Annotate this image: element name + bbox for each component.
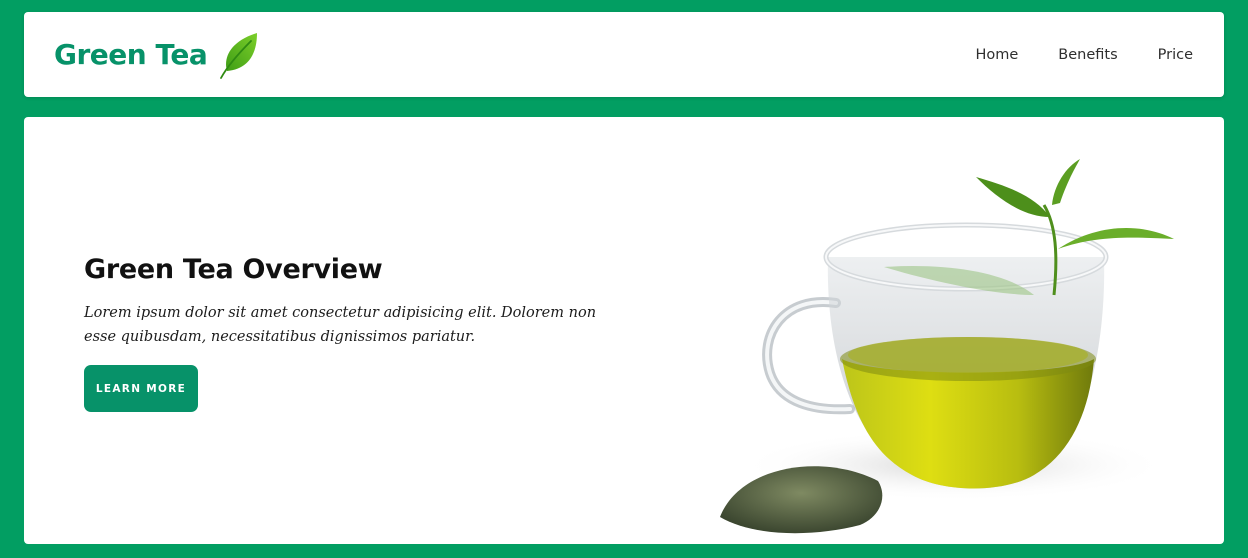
nav-link-benefits[interactable]: Benefits: [1058, 47, 1117, 63]
hero-description: Lorem ipsum dolor sit amet consectetur a…: [84, 305, 597, 345]
green-tea-cup-image: [720, 159, 1174, 534]
learn-more-button[interactable]: LEARN MORE: [84, 365, 198, 412]
nav-link-price[interactable]: Price: [1158, 47, 1193, 63]
nav-link-home[interactable]: Home: [975, 47, 1018, 63]
nav-menu: Home Benefits Price: [975, 12, 1193, 97]
nav-item-home: Home: [975, 46, 1018, 64]
brand-name: Green Tea: [54, 37, 208, 71]
nav-item-benefits: Benefits: [1058, 46, 1117, 64]
nav-item-price: Price: [1158, 46, 1193, 64]
brand-logo[interactable]: Green Tea: [54, 28, 259, 80]
hero-section: Green Tea Overview Lorem ipsum dolor sit…: [24, 117, 1224, 544]
leaf-icon: [220, 33, 258, 79]
hero-title: Green Tea Overview: [84, 254, 383, 285]
navbar: Green Tea Home Benefits Price: [24, 12, 1224, 97]
